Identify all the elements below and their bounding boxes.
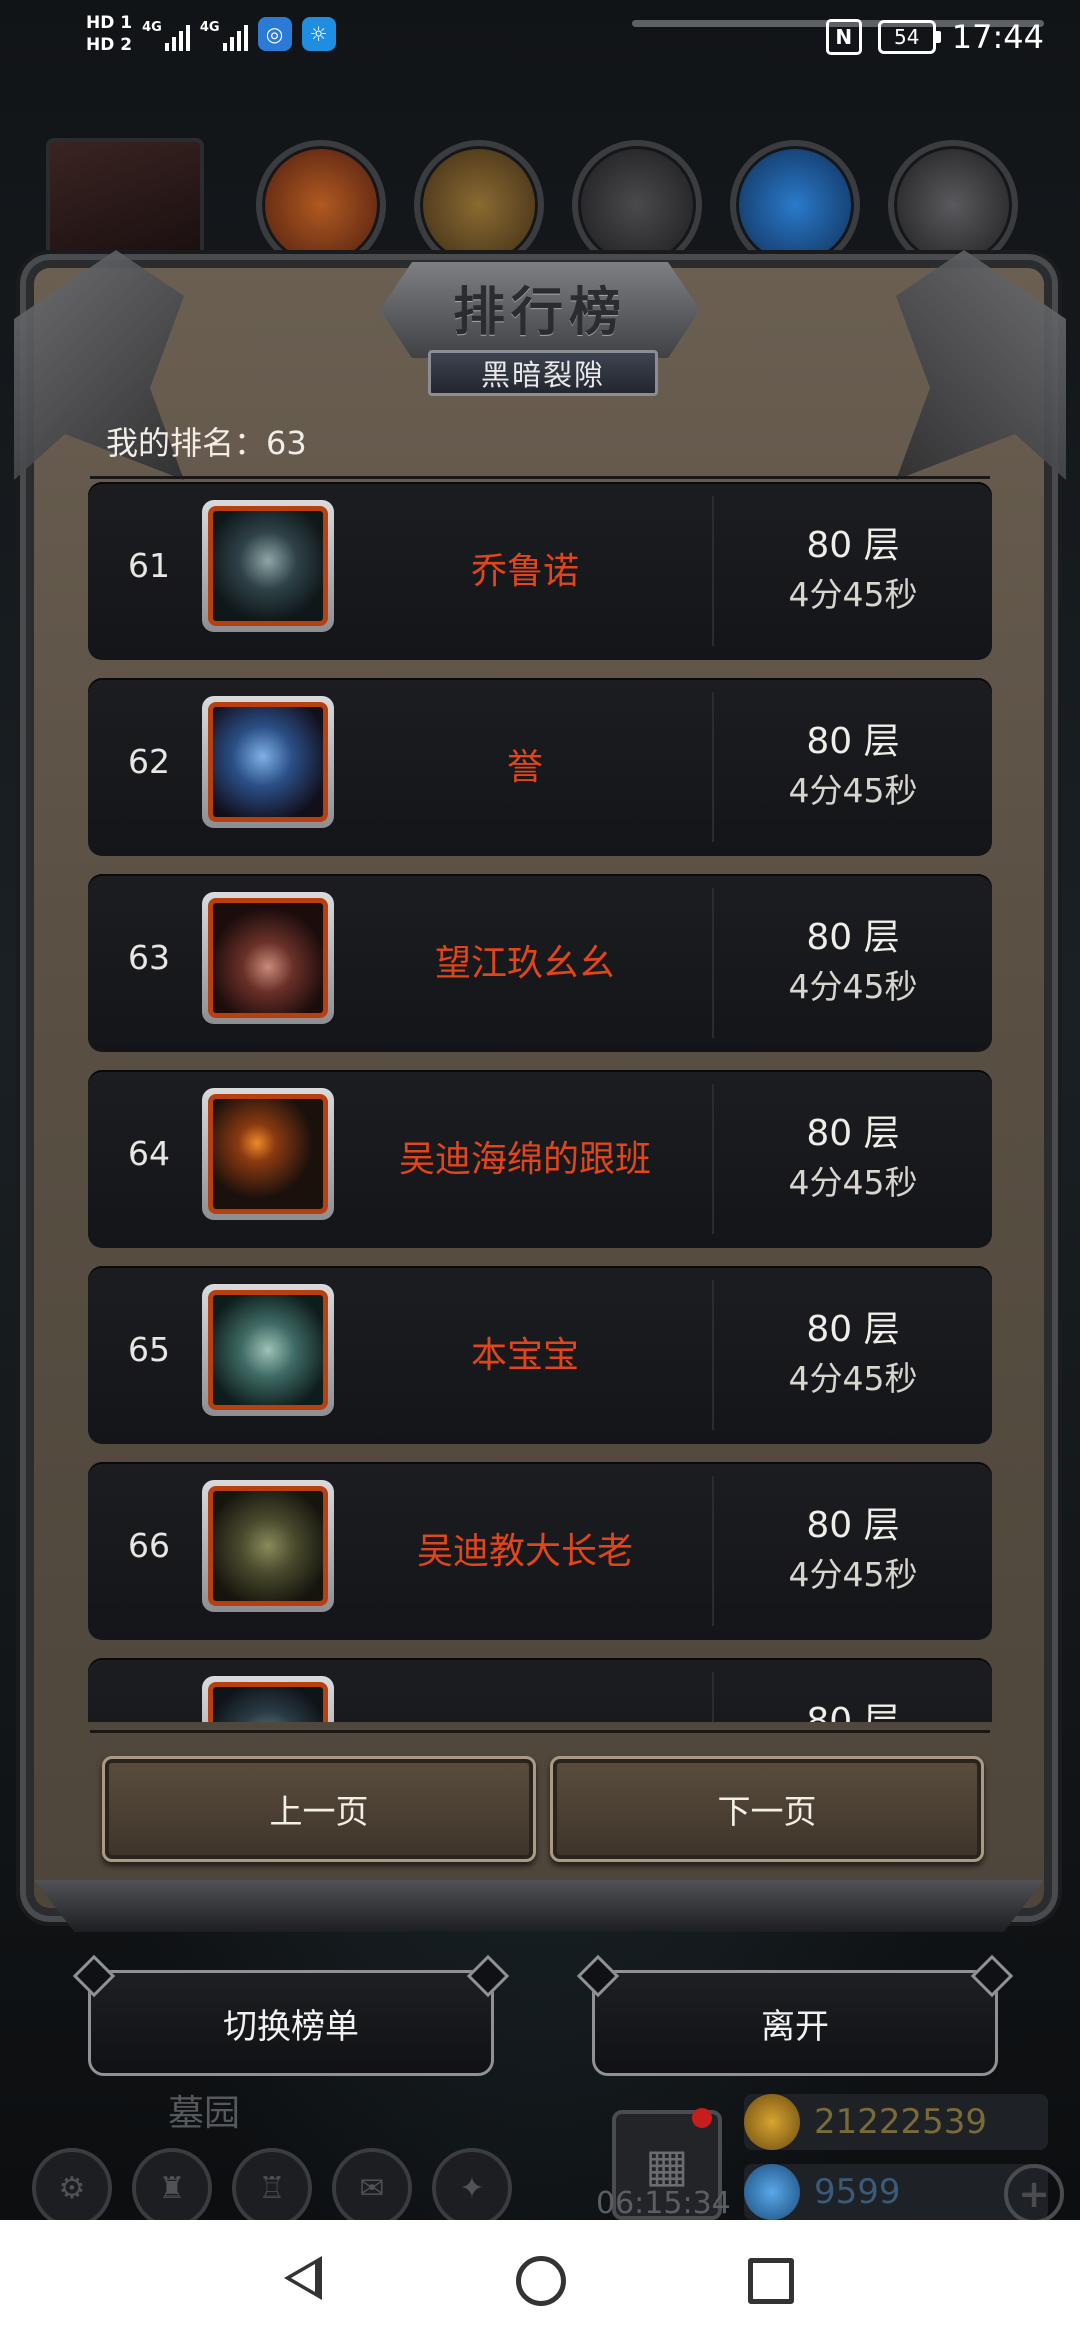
resource-meat-icon bbox=[256, 140, 386, 270]
net1-label: 4G bbox=[142, 20, 162, 35]
ranking-row[interactable]: 62 誉 80 层 4分45秒 bbox=[88, 678, 992, 856]
ranking-row[interactable]: 64 吴迪海绵的跟班 80 层 4分45秒 bbox=[88, 1070, 992, 1248]
floor-value: 80 层 bbox=[806, 1309, 900, 1350]
floor-value: 80 层 bbox=[806, 1113, 900, 1154]
ranking-row[interactable]: 80 层 bbox=[88, 1658, 992, 1722]
clock: 17:44 bbox=[951, 18, 1044, 56]
recent-apps-icon[interactable] bbox=[748, 2258, 794, 2304]
player-avatar-frame[interactable] bbox=[202, 892, 334, 1024]
player-avatar-frame[interactable] bbox=[202, 696, 334, 828]
battery-icon: 54 bbox=[877, 20, 941, 54]
rank-number: 65 bbox=[128, 1330, 170, 1369]
leave-button[interactable]: 离开 bbox=[592, 1970, 998, 2076]
player-name: 吴迪教大长老 bbox=[416, 1531, 633, 1572]
rank-number: 61 bbox=[128, 546, 170, 585]
ranking-list[interactable]: 61 乔鲁诺 80 层 4分45秒 62 誉 80 层 4分45秒 63 望江玖… bbox=[88, 482, 992, 1722]
browser-app-icon: ◎ bbox=[257, 17, 292, 51]
rank-number: 62 bbox=[128, 742, 170, 781]
time-value: 4分45秒 bbox=[788, 967, 918, 1006]
my-rank-label: 我的排名：63 bbox=[106, 424, 307, 462]
ranking-row[interactable]: 63 望江玖幺幺 80 层 4分45秒 bbox=[88, 874, 992, 1052]
divider bbox=[90, 476, 990, 479]
hooded-woman-avatar bbox=[208, 506, 328, 626]
hooded-avatar bbox=[208, 1682, 328, 1722]
divider bbox=[90, 1730, 990, 1733]
floor-value: 80 层 bbox=[806, 525, 900, 566]
prev-page-button[interactable]: 上一页 bbox=[102, 1756, 536, 1862]
signal-icon-1: 4G bbox=[142, 17, 190, 51]
resource-wood-icon bbox=[414, 140, 544, 270]
player-avatar-frame[interactable] bbox=[202, 1480, 334, 1612]
sim-indicators: HD 1 HD 2 bbox=[86, 12, 132, 56]
time-value: 4分45秒 bbox=[788, 1555, 918, 1594]
time-value: 4分45秒 bbox=[788, 1359, 918, 1398]
next-page-button[interactable]: 下一页 bbox=[550, 1756, 984, 1862]
home-icon[interactable] bbox=[516, 2256, 566, 2306]
player-name: 本宝宝 bbox=[470, 1335, 579, 1376]
rank-number: 63 bbox=[128, 938, 170, 977]
nfc-icon: N bbox=[825, 19, 862, 55]
frame-ornament-bottom bbox=[34, 1880, 1044, 1932]
gem-value: 9599 bbox=[814, 2172, 901, 2212]
hat-woman-avatar bbox=[208, 898, 328, 1018]
floor-value: 80 层 bbox=[806, 1505, 900, 1546]
resource-stone-icon bbox=[888, 140, 1018, 270]
player-avatar-frame[interactable] bbox=[202, 1088, 334, 1220]
player-avatar-frame[interactable] bbox=[202, 1284, 334, 1416]
ranking-row[interactable]: 65 本宝宝 80 层 4分45秒 bbox=[88, 1266, 992, 1444]
sim2-label: HD 2 bbox=[86, 35, 133, 55]
ranking-row[interactable]: 61 乔鲁诺 80 层 4分45秒 bbox=[88, 482, 992, 660]
notification-dot bbox=[692, 2108, 712, 2128]
player-name: 乔鲁诺 bbox=[470, 551, 579, 592]
time-value: 4分45秒 bbox=[788, 1163, 918, 1202]
event-timer: 06:15:34 bbox=[596, 2186, 731, 2221]
rank-number: 66 bbox=[128, 1526, 170, 1565]
signal-icon-2: 4G bbox=[200, 17, 248, 51]
player-name: 誉 bbox=[506, 747, 543, 788]
gold-value: 21222539 bbox=[814, 2102, 988, 2142]
time-value: 4分45秒 bbox=[788, 575, 918, 614]
net2-label: 4G bbox=[199, 20, 220, 35]
gem-icon bbox=[744, 2164, 800, 2220]
flame-hood-avatar bbox=[208, 1094, 328, 1214]
location-label: 墓园 bbox=[168, 2093, 241, 2134]
ranking-row[interactable]: 66 吴迪教大长老 80 层 4分45秒 bbox=[88, 1462, 992, 1640]
switch-board-button[interactable]: 切换榜单 bbox=[88, 1970, 494, 2076]
floor-value: 80 层 bbox=[806, 1701, 900, 1722]
resource-crystal-icon bbox=[730, 140, 860, 270]
castle-icon[interactable]: ♖ bbox=[232, 2148, 312, 2228]
gorgon-avatar bbox=[208, 1290, 328, 1410]
gold-icon bbox=[744, 2094, 800, 2150]
floor-value: 80 层 bbox=[806, 917, 900, 958]
settings-icon[interactable]: ⚙ bbox=[32, 2148, 112, 2228]
panel-subtitle: 黑暗裂隙 bbox=[480, 358, 605, 392]
sim1-label: HD 1 bbox=[86, 13, 133, 33]
player-name: 吴迪海绵的跟班 bbox=[398, 1139, 651, 1180]
bulb-app-icon: ☼ bbox=[301, 17, 336, 51]
demon-avatar bbox=[208, 1486, 328, 1606]
panel-title: 排行榜 bbox=[452, 282, 627, 343]
blue-dragon-avatar bbox=[208, 702, 328, 822]
floor-value: 80 层 bbox=[806, 721, 900, 762]
player-name: 望江玖幺幺 bbox=[434, 943, 615, 984]
helmet-icon[interactable]: ♜ bbox=[132, 2148, 212, 2228]
status-bar: HD 1 HD 2 4G 4G ◎ ☼ N 54 17:44 bbox=[0, 0, 1080, 84]
time-value: 4分45秒 bbox=[788, 771, 918, 810]
mail-icon[interactable]: ✉ bbox=[332, 2148, 412, 2228]
player-avatar-frame[interactable] bbox=[202, 1676, 334, 1722]
navigation-bar bbox=[0, 2220, 1080, 2340]
rank-number: 64 bbox=[128, 1134, 170, 1173]
player-avatar-frame[interactable] bbox=[202, 500, 334, 632]
map-icon[interactable]: ✦ bbox=[432, 2148, 512, 2228]
resource-iron-icon bbox=[572, 140, 702, 270]
back-icon[interactable] bbox=[284, 2256, 322, 2300]
add-currency-button[interactable]: + bbox=[1004, 2164, 1064, 2224]
